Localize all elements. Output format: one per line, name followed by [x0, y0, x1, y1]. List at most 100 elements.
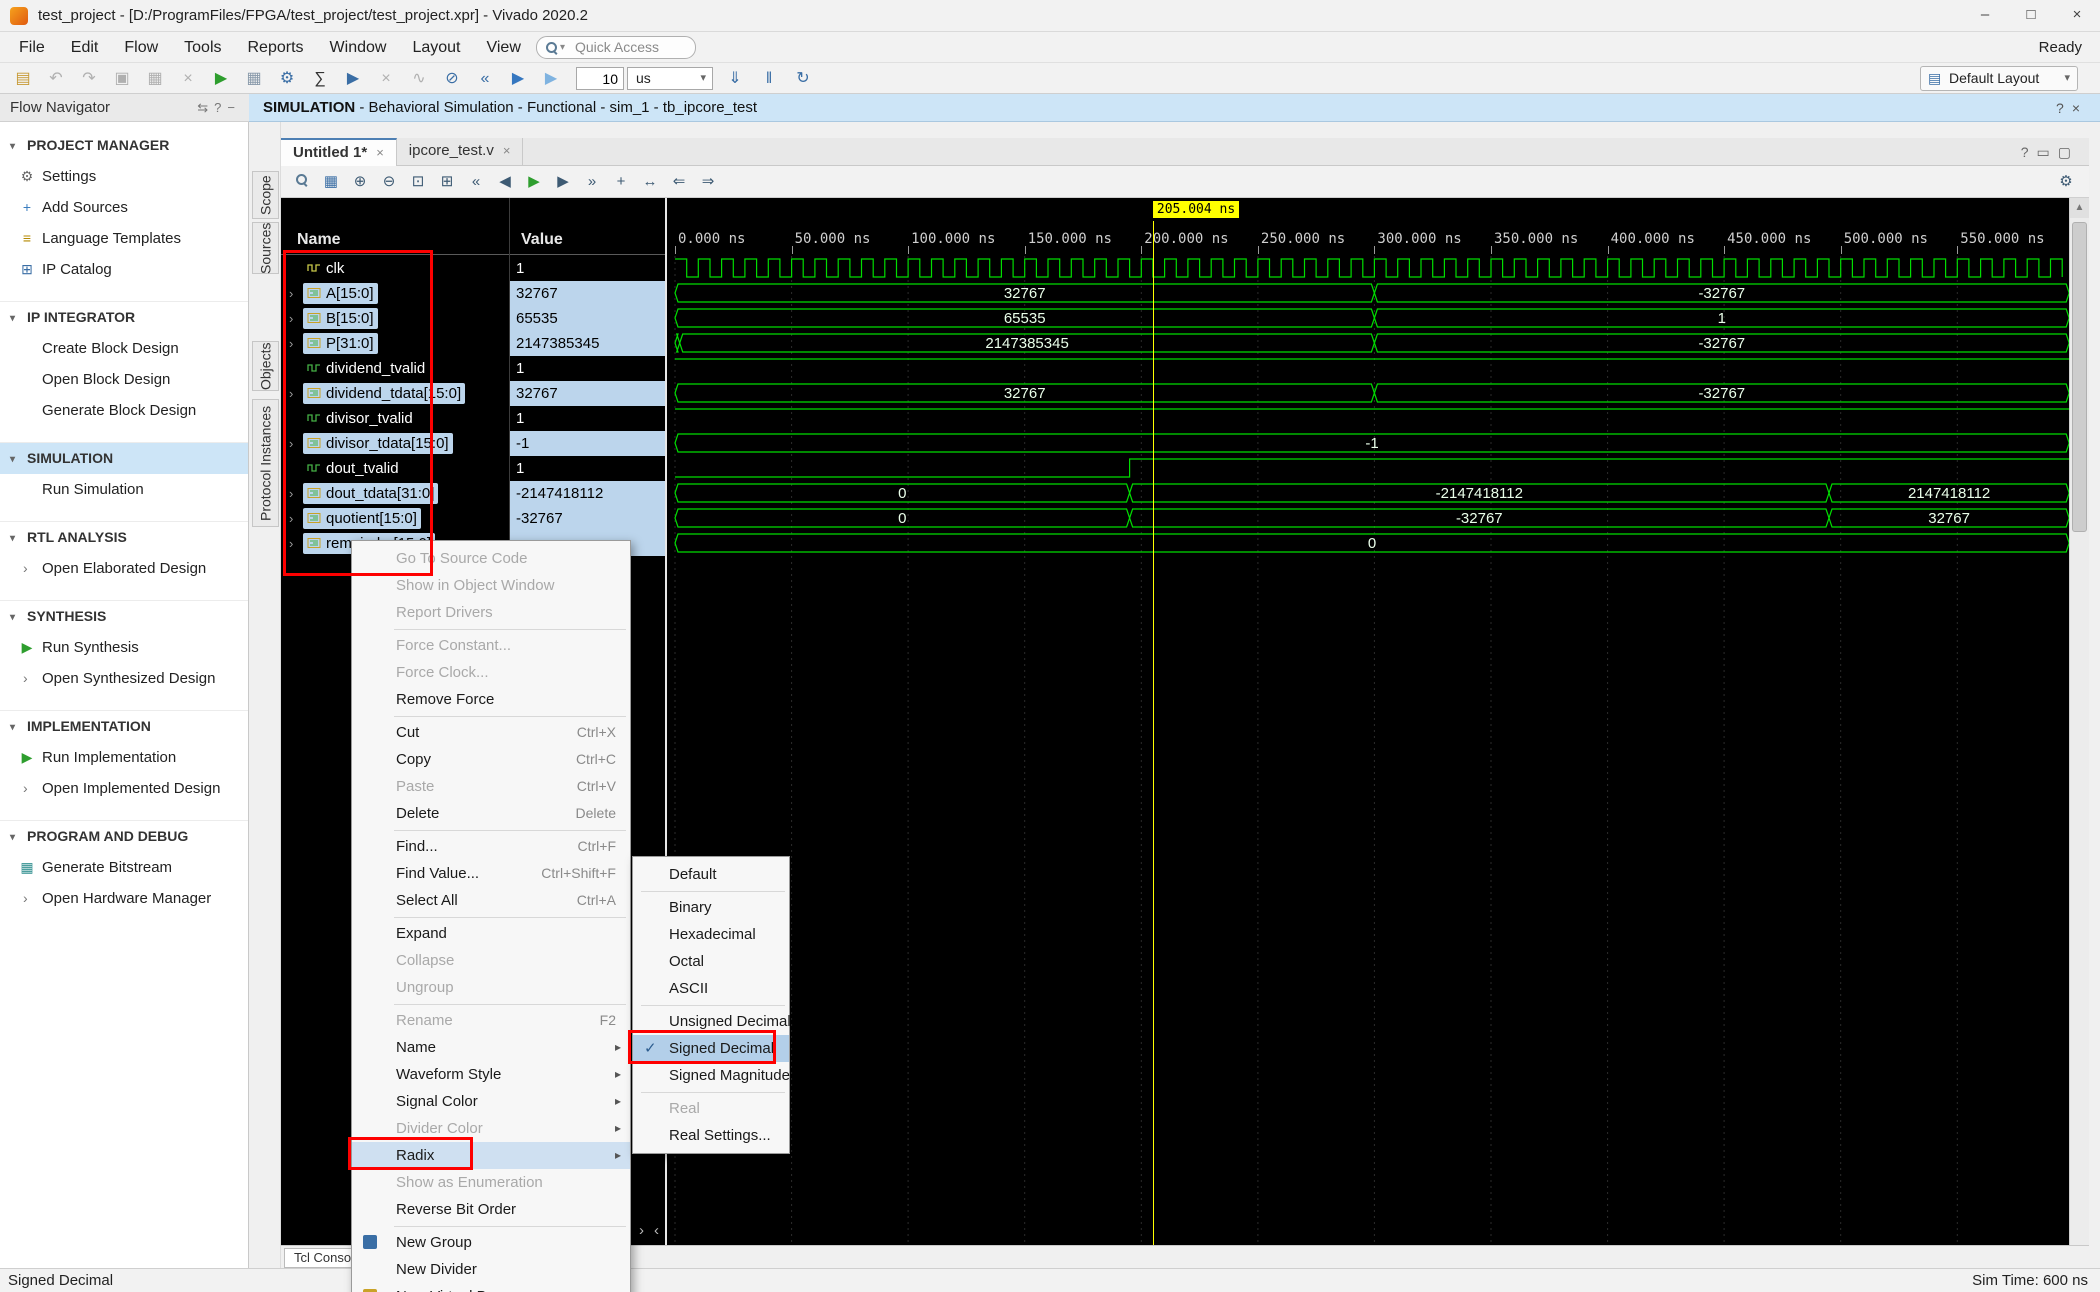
- signal-value-cell[interactable]: 1: [510, 406, 665, 431]
- side-tab-objects[interactable]: Objects: [252, 341, 279, 391]
- signal-name-cell[interactable]: dividend_tvalid: [289, 356, 429, 381]
- wave-zoom-cursor-icon[interactable]: ⊞: [434, 169, 460, 195]
- wave-tab-bar-icons[interactable]: ?▭▢: [2021, 138, 2079, 166]
- side-tab-protocol-instances[interactable]: Protocol Instances: [252, 399, 279, 527]
- close-icon[interactable]: ×: [376, 145, 384, 160]
- flow-section-header-ip-integrator[interactable]: ▾IP INTEGRATOR: [0, 302, 248, 333]
- expand-arrow-icon[interactable]: ›: [289, 481, 303, 506]
- wave-zoom-in-icon[interactable]: ⊕: [347, 169, 373, 195]
- name-column-header[interactable]: Name: [297, 226, 341, 254]
- wave-play-icon[interactable]: ▶: [521, 169, 547, 195]
- menu-item-signal-color[interactable]: Signal Color▸: [352, 1088, 630, 1115]
- flow-item-settings[interactable]: ⚙Settings: [0, 161, 248, 192]
- toolbar-step-time-icon[interactable]: ⇓: [722, 66, 748, 92]
- signal-name-cell[interactable]: ›A[15:0]: [289, 281, 378, 306]
- toolbar-delete-icon[interactable]: ×: [175, 66, 201, 92]
- toolbar-settings-gear-icon[interactable]: ⚙: [274, 66, 300, 92]
- wave-add-cursor-icon[interactable]: +: [608, 169, 634, 195]
- menu-item-waveform-style[interactable]: Waveform Style▸: [352, 1061, 630, 1088]
- minimize-icon[interactable]: –: [1962, 0, 2008, 32]
- signal-name-cell[interactable]: ›quotient[15:0]: [289, 506, 421, 531]
- signal-value-cell[interactable]: -1: [510, 431, 665, 456]
- toolbar-open-file-icon[interactable]: ▤: [10, 66, 36, 92]
- signal-value-cell[interactable]: 65535: [510, 306, 665, 331]
- toolbar-run-all-icon[interactable]: ▶: [505, 66, 531, 92]
- toolbar-pause-icon[interactable]: ‖: [756, 66, 782, 92]
- signal-name-cell[interactable]: ›P[31:0]: [289, 331, 378, 356]
- signal-value-cell[interactable]: -32767: [510, 506, 665, 531]
- menu-item-find-value[interactable]: Find Value...Ctrl+Shift+F: [352, 860, 630, 887]
- menu-item-delete[interactable]: DeleteDelete: [352, 800, 630, 827]
- menu-layout[interactable]: Layout: [399, 32, 473, 63]
- toolbar-sum-icon[interactable]: ∑: [307, 66, 333, 92]
- cursor-time-label[interactable]: 205.004 ns: [1153, 201, 1239, 218]
- layout-select[interactable]: ▤ Default Layout ▾: [1920, 66, 2078, 91]
- menu-flow[interactable]: Flow: [111, 32, 171, 63]
- quick-access-search[interactable]: ▾ Quick Access: [536, 36, 696, 59]
- wave-tab-ipcore-test-v[interactable]: ipcore_test.v×: [397, 138, 524, 166]
- scrollbar-thumb[interactable]: [2072, 222, 2087, 532]
- radix-item-default[interactable]: Default: [633, 861, 789, 888]
- wave-next-transition-icon[interactable]: ▶: [550, 169, 576, 195]
- menu-reports[interactable]: Reports: [235, 32, 317, 63]
- cursor-line[interactable]: [1153, 221, 1154, 1245]
- menu-item-new-group[interactable]: New Group: [352, 1229, 630, 1256]
- radix-item-binary[interactable]: Binary: [633, 894, 789, 921]
- menu-item-remove-force[interactable]: Remove Force: [352, 686, 630, 713]
- flow-section-header-program-and-debug[interactable]: ▾PROGRAM AND DEBUG: [0, 821, 248, 852]
- flow-item-open-elaborated-design[interactable]: ›Open Elaborated Design: [0, 553, 248, 584]
- expand-arrow-icon[interactable]: ›: [289, 381, 303, 406]
- signal-name-cell[interactable]: ›B[15:0]: [289, 306, 378, 331]
- toolbar-relaunch-icon[interactable]: ↻: [790, 66, 816, 92]
- toolbar-copy-icon[interactable]: ▣: [109, 66, 135, 92]
- flow-item-run-implementation[interactable]: ▶Run Implementation: [0, 742, 248, 773]
- toolbar-breakpoint-icon[interactable]: ⊘: [439, 66, 465, 92]
- flow-item-open-synthesized-design[interactable]: ›Open Synthesized Design: [0, 663, 248, 694]
- wave-zoom-fit-icon[interactable]: ⊡: [405, 169, 431, 195]
- scroll-up-icon[interactable]: ▲: [2070, 198, 2089, 218]
- toolbar-run-icon[interactable]: ▶: [208, 66, 234, 92]
- toolbar-redo-icon[interactable]: ↷: [76, 66, 102, 92]
- vertical-scrollbar[interactable]: ▲: [2069, 198, 2089, 1245]
- signal-value-cell[interactable]: 1: [510, 456, 665, 481]
- sim-time-input[interactable]: [576, 67, 624, 90]
- toolbar-run-for-time-icon[interactable]: ▶: [538, 66, 564, 92]
- wave-prev-edge-icon[interactable]: ⇐: [666, 169, 692, 195]
- time-unit-select[interactable]: us ▾: [627, 67, 713, 90]
- radix-item-signed-magnitude[interactable]: Signed Magnitude: [633, 1062, 789, 1089]
- wave-save-icon[interactable]: ▦: [318, 169, 344, 195]
- signal-value-cell[interactable]: -2147418112: [510, 481, 665, 506]
- expand-arrow-icon[interactable]: ›: [289, 531, 303, 556]
- toolbar-dashboard-icon[interactable]: ▦: [241, 66, 267, 92]
- maximize-icon[interactable]: □: [2008, 0, 2054, 32]
- wave-tab-untitled-1[interactable]: Untitled 1*×: [281, 138, 397, 166]
- side-tab-sources[interactable]: Sources: [252, 222, 279, 274]
- menu-edit[interactable]: Edit: [58, 32, 112, 63]
- signal-name-cell[interactable]: dout_tvalid: [289, 456, 403, 481]
- flow-section-header-rtl-analysis[interactable]: ▾RTL ANALYSIS: [0, 522, 248, 553]
- flow-item-generate-bitstream[interactable]: ▦Generate Bitstream: [0, 852, 248, 883]
- expand-arrow-icon[interactable]: ›: [289, 281, 303, 306]
- waveform-canvas[interactable]: 32767-327676553512147385345-3276732767-3…: [666, 256, 2071, 1245]
- flow-item-create-block-design[interactable]: Create Block Design: [0, 333, 248, 364]
- wave-zoom-out-icon[interactable]: ⊖: [376, 169, 402, 195]
- flow-section-header-simulation[interactable]: ▾SIMULATION: [0, 443, 248, 474]
- menu-item-reverse-bit-order[interactable]: Reverse Bit Order: [352, 1196, 630, 1223]
- toolbar-run-synthesis-icon[interactable]: ▶: [340, 66, 366, 92]
- menu-item-new-virtual-bus[interactable]: New Virtual Bus: [352, 1283, 630, 1292]
- close-icon[interactable]: ×: [503, 143, 511, 158]
- radix-item-signed-decimal[interactable]: ✓Signed Decimal: [633, 1035, 789, 1062]
- flow-section-header-synthesis[interactable]: ▾SYNTHESIS: [0, 601, 248, 632]
- toolbar-stop-icon[interactable]: ×: [373, 66, 399, 92]
- menu-window[interactable]: Window: [317, 32, 400, 63]
- menu-tools[interactable]: Tools: [171, 32, 234, 63]
- toolbar-probe-icon[interactable]: ∿: [406, 66, 432, 92]
- flow-item-language-templates[interactable]: ≡Language Templates: [0, 223, 248, 254]
- menu-item-copy[interactable]: CopyCtrl+C: [352, 746, 630, 773]
- menu-view[interactable]: View: [473, 32, 533, 63]
- flow-item-open-implemented-design[interactable]: ›Open Implemented Design: [0, 773, 248, 804]
- expand-arrow-icon[interactable]: ›: [289, 306, 303, 331]
- toolbar-paste-icon[interactable]: ▦: [142, 66, 168, 92]
- signal-value-cell[interactable]: 1: [510, 356, 665, 381]
- expand-arrow-icon[interactable]: ›: [289, 331, 303, 356]
